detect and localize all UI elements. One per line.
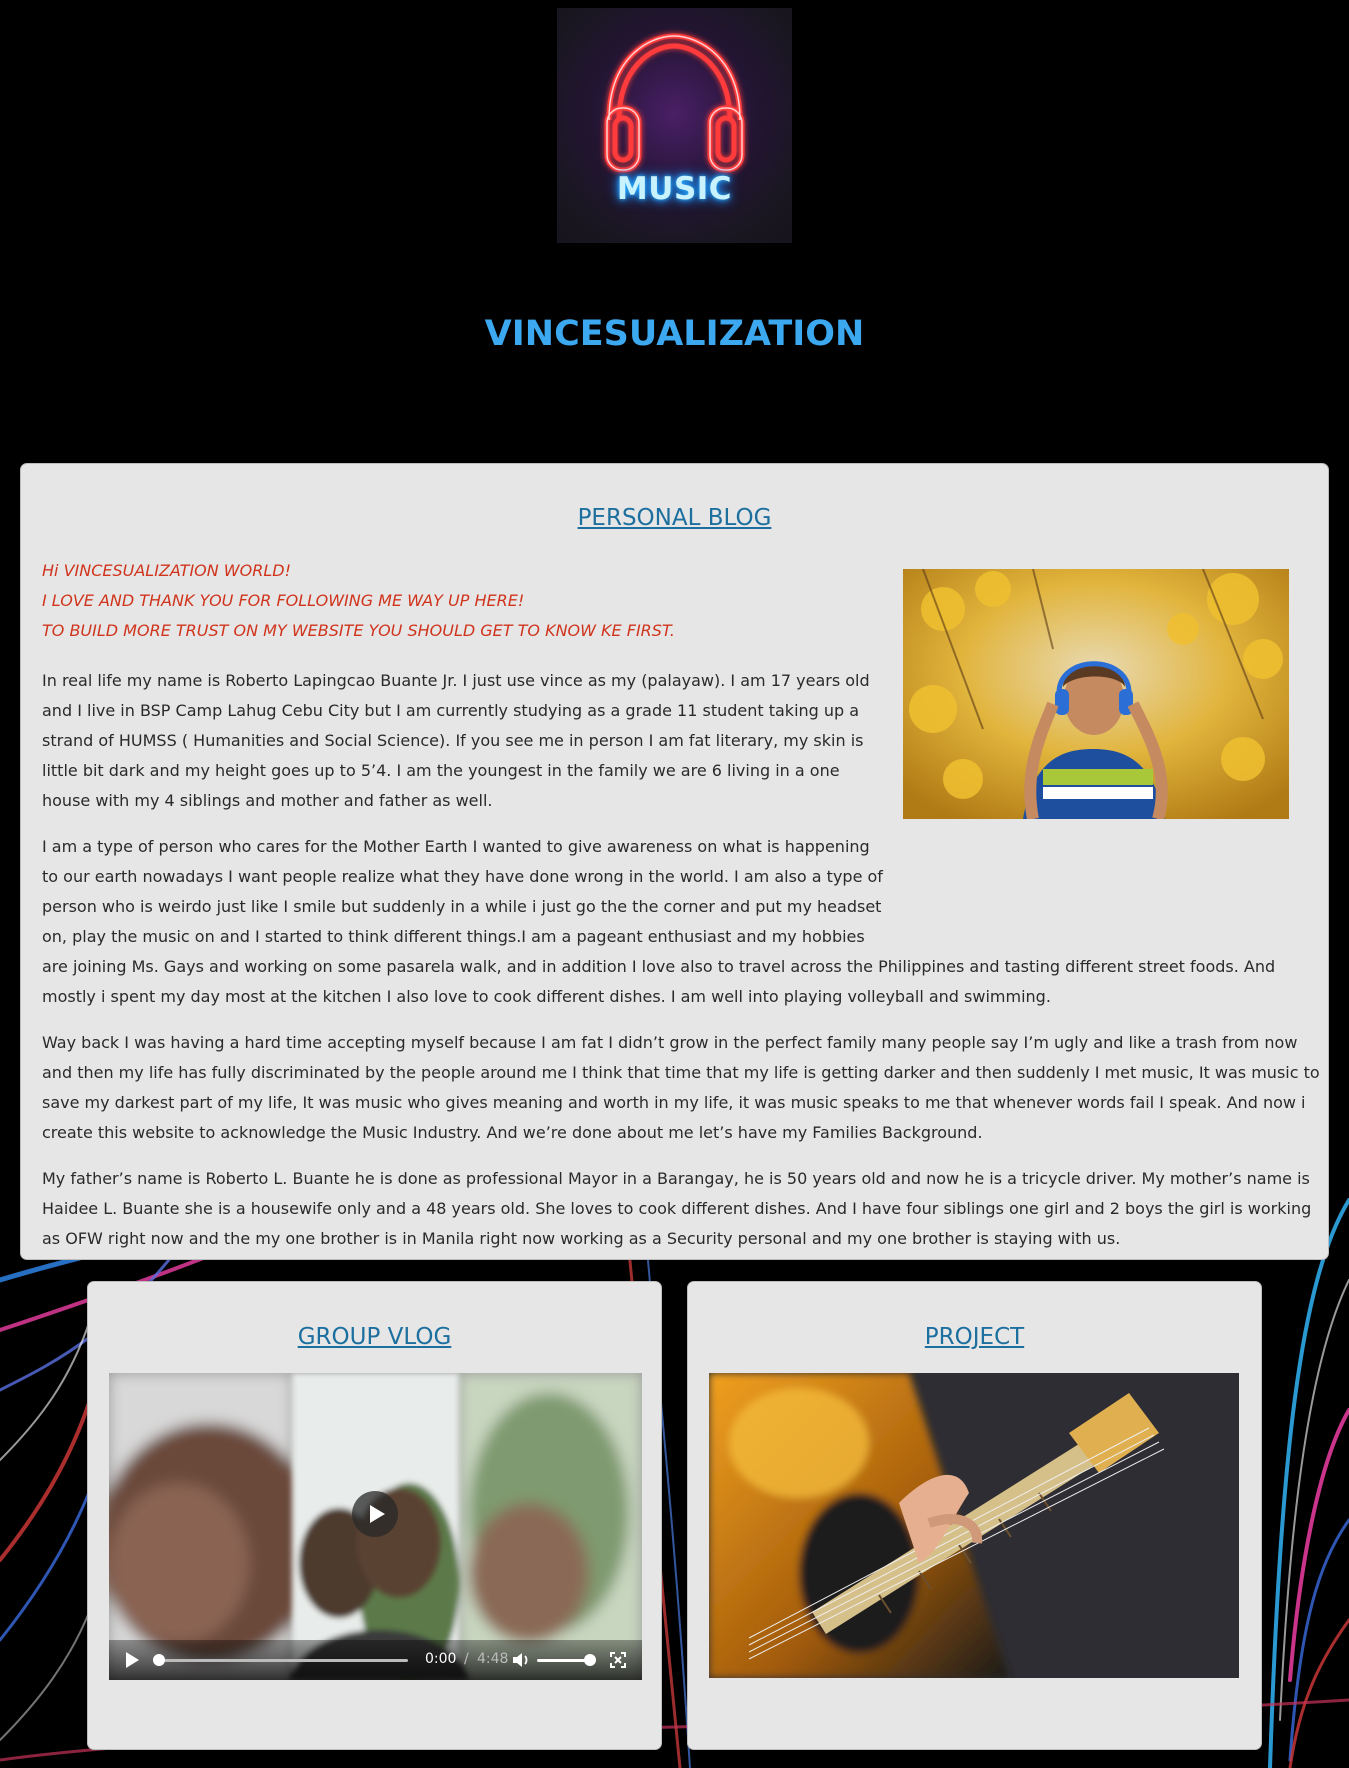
blog-body: In real life my name is Roberto Lapingca… [42, 666, 1330, 1270]
total-time: 4:48 [477, 1651, 509, 1667]
personal-blog-heading-link[interactable]: PERSONAL BLOG [21, 505, 1328, 531]
current-time: 0:00 [425, 1651, 457, 1667]
personal-blog-card: PERSONAL BLOG Hi VINCESUALIZATION WORLD!… [20, 463, 1329, 1260]
site-logo: MUSIC [557, 8, 792, 243]
seek-bar[interactable] [158, 1659, 408, 1662]
headphones-icon [604, 33, 745, 173]
volume-handle[interactable] [584, 1654, 596, 1666]
group-vlog-video[interactable]: 0:00 / 4:48 [109, 1373, 642, 1680]
photo-spacer [885, 666, 1330, 924]
group-vlog-heading-link[interactable]: GROUP VLOG [88, 1324, 661, 1350]
project-card: PROJECT [687, 1281, 1262, 1750]
blog-intro: Hi VINCESUALIZATION WORLD! I LOVE AND TH… [42, 556, 842, 646]
play-icon[interactable] [123, 1650, 141, 1670]
blog-paragraph-text: In real life my name is Roberto Lapingca… [42, 671, 870, 810]
volume-icon[interactable] [511, 1651, 531, 1669]
video-controls: 0:00 / 4:48 [109, 1640, 642, 1680]
fullscreen-icon[interactable] [609, 1651, 627, 1669]
blog-paragraph: My father’s name is Roberto L. Buante he… [42, 1169, 1312, 1248]
site-title: VINCESUALIZATION [484, 314, 865, 354]
seek-handle[interactable] [153, 1654, 165, 1666]
intro-line: I LOVE AND THANK YOU FOR FOLLOWING ME WA… [42, 591, 525, 610]
guitar-photo [709, 1373, 1239, 1678]
blog-paragraph: Way back I was having a hard time accept… [42, 1033, 1320, 1142]
group-vlog-card: GROUP VLOG 0:00 / 4:48 [87, 1281, 662, 1750]
intro-line: Hi VINCESUALIZATION WORLD! [42, 561, 291, 580]
logo-text: MUSIC [616, 171, 733, 207]
time-separator: / [464, 1651, 469, 1667]
big-play-button[interactable] [352, 1491, 398, 1537]
project-heading-link[interactable]: PROJECT [688, 1324, 1261, 1350]
intro-line: TO BUILD MORE TRUST ON MY WEBSITE YOU SH… [42, 621, 675, 640]
blog-paragraph: In real life my name is Roberto Lapingca… [42, 666, 1330, 816]
